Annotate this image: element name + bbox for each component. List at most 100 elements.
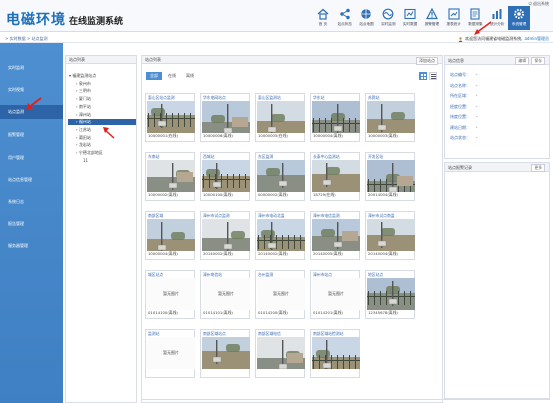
sidebar-item[interactable]: 报警管理 xyxy=(0,128,63,142)
station-tree-panel: 站点列表 ▾ 福建监测站点 › 泉州市 › 三明市 › 厦门站 › 南平站 › 漳州站 › … xyxy=(65,55,137,403)
station-code: 10000100(离线) xyxy=(203,192,233,197)
toolbar-button[interactable]: 站点地图 xyxy=(356,6,378,30)
station-card[interactable]: 南部区域站检测站 xyxy=(310,329,360,378)
tab-all[interactable]: 全部 xyxy=(146,72,162,80)
station-card[interactable]: 长泰中心监测站 18729(在线) xyxy=(310,152,360,201)
tree-node[interactable]: › 宁德北部地区 xyxy=(76,150,103,156)
station-code: 20140004(离线) xyxy=(368,251,398,256)
station-card[interactable]: 东南站 10000002(离线) xyxy=(145,152,195,201)
sidebar-item[interactable]: 服务器管理 xyxy=(0,239,63,253)
station-card[interactable]: 台州监测 暂无图片 01014200(离线) xyxy=(255,270,305,319)
station-photo xyxy=(147,101,195,133)
station-code: 01014100(离线) xyxy=(148,310,178,315)
no-image-placeholder: 暂无图片 xyxy=(147,278,195,310)
station-card[interactable]: 苏滁站 10000003(离线) xyxy=(365,93,415,142)
toolbar-label: 实时监测 xyxy=(381,22,396,26)
sidebar-item[interactable]: 实时监测 xyxy=(0,61,63,75)
toolbar-button[interactable]: 站点状态 xyxy=(334,6,356,30)
tree-node[interactable]: › 泉州市 xyxy=(76,81,91,87)
no-image-placeholder: 暂无图片 xyxy=(147,337,195,369)
station-card[interactable]: 漳州市试点监测 20140002(离线) xyxy=(200,211,250,260)
station-card[interactable]: 漳州市站点 暂无图片 01014201(离线) xyxy=(310,270,360,319)
site-info-label: 建站日期： xyxy=(450,124,470,130)
station-card[interactable]: 东区监测 00000002(离线) xyxy=(255,152,305,201)
station-photo xyxy=(202,101,250,133)
bar-icon xyxy=(491,8,503,20)
tab-offline[interactable]: 离线 xyxy=(182,72,198,80)
site-info-panel: 站点信息 编辑 保存 站点编号： - 站点名称： - 所在区域： - 经度位置： - 纬度位置：… xyxy=(444,55,550,159)
edit-button[interactable]: 编辑 xyxy=(515,57,529,65)
station-photo xyxy=(312,101,360,133)
site-info-value: - xyxy=(476,114,478,119)
station-code: 10000002(离线) xyxy=(148,192,178,197)
station-code: 10000004(离线) xyxy=(148,251,178,256)
station-card[interactable]: 漳州市电信监测 20140005(离线) xyxy=(310,211,360,260)
station-card[interactable]: 华东站 10000004(离线) xyxy=(310,93,360,142)
station-photo xyxy=(147,219,195,251)
breadcrumb: > 实时数据 > 站点监测 xyxy=(5,36,48,41)
chart-icon xyxy=(448,8,460,20)
site-info-label: 纬度位置： xyxy=(450,114,470,119)
station-card[interactable]: 漳州市试点南监 20140004(离线) xyxy=(365,211,415,260)
toolbar-button[interactable]: 首 页 xyxy=(312,6,334,30)
site-info-row: 建站日期： - xyxy=(450,125,477,131)
station-grid-panel: 站点列表 添加站点 全部 在线 离线 惠山区站点监测 10000001(在线) 华东电网… xyxy=(141,55,443,403)
station-code: 20014004(离线) xyxy=(368,192,398,197)
home-icon xyxy=(317,8,329,20)
tree-node[interactable]: › 厦门站 xyxy=(76,96,91,102)
toolbar-button[interactable]: 报警管理 xyxy=(421,6,443,30)
sidebar-item[interactable]: 系统日志 xyxy=(0,195,63,209)
station-code: 01014201(离线) xyxy=(313,310,343,315)
station-code: 01014200(离线) xyxy=(258,310,288,315)
tree-root[interactable]: ▾ 福建监测站点 xyxy=(69,73,96,79)
station-card[interactable]: 漳州电信站 暂无图片 01014101(离线) xyxy=(200,270,250,319)
tree-node[interactable]: › 江苏站 xyxy=(76,127,91,133)
station-code: 10000001(在线) xyxy=(148,133,178,138)
sidebar-item[interactable]: 报告管理 xyxy=(0,217,63,231)
globe-icon xyxy=(360,8,372,20)
station-card[interactable]: 西城站 10000100(离线) xyxy=(200,152,250,201)
wave-icon xyxy=(382,8,394,20)
list-view-button[interactable] xyxy=(429,72,437,80)
station-code: 10000006(离线) xyxy=(203,133,233,138)
station-card[interactable]: 开发区站 20014004(离线) xyxy=(365,152,415,201)
tree-node[interactable]: › 南平站 xyxy=(76,104,91,110)
grid-view-button[interactable] xyxy=(419,72,427,80)
sidebar-item[interactable]: 用户管理 xyxy=(0,151,63,165)
grid-header: 站点列表 添加站点 xyxy=(142,56,442,65)
tree-node[interactable]: › 莆田站 xyxy=(76,135,91,141)
station-card[interactable]: 监测站 暂无图片 xyxy=(145,329,195,378)
sidebar-item[interactable]: 站点信息管理 xyxy=(0,173,63,187)
station-card[interactable]: 南部区域 10000004(离线) xyxy=(145,211,195,260)
station-code: 10000004(离线) xyxy=(313,133,343,138)
site-info-label: 站点状态： xyxy=(450,135,470,140)
station-code: 10000005(在线) xyxy=(258,133,288,138)
site-info-value: - xyxy=(476,82,478,88)
toolbar-button[interactable]: 实时监测 xyxy=(377,6,399,30)
station-card[interactable]: 漳州市电动北监 20140002(离线) xyxy=(255,211,305,260)
tree-node[interactable]: › 龙岩站 xyxy=(76,142,91,148)
tree-node[interactable]: › 漳州站 xyxy=(76,112,91,118)
save-button[interactable]: 保存 xyxy=(531,57,545,65)
grid-icon xyxy=(420,73,426,79)
tab-online[interactable]: 在线 xyxy=(164,72,180,80)
toolbar-button[interactable]: 实时数据 xyxy=(399,6,421,30)
station-card[interactable]: 南部区域电信 xyxy=(255,329,305,378)
station-card[interactable]: 惠山区监测站 10000005(在线) xyxy=(255,93,305,142)
toolbar-button[interactable]: 报表统计 xyxy=(443,6,465,30)
add-station-button[interactable]: 添加站点 xyxy=(416,57,438,65)
station-photo xyxy=(367,278,415,310)
toolbar-button[interactable]: 系统管理 xyxy=(508,6,530,30)
station-card[interactable]: 地区站点 12345678(离线) xyxy=(365,270,415,319)
station-photo xyxy=(367,101,415,133)
tree-node[interactable]: › 三明市 xyxy=(76,88,91,94)
user-icon xyxy=(458,36,463,42)
username-link[interactable]: admin管理员 xyxy=(524,36,549,42)
station-card[interactable]: 城区站点 暂无图片 01014100(离线) xyxy=(145,270,195,319)
toolbar-label: 站点地图 xyxy=(359,22,374,26)
tree-node[interactable]: 11 xyxy=(83,158,88,163)
station-card[interactable]: 华东电网站点 10000006(离线) xyxy=(200,93,250,142)
station-card[interactable]: 惠山区站点监测 10000001(在线) xyxy=(145,93,195,142)
more-button[interactable]: 更多 xyxy=(531,164,545,172)
station-card[interactable]: 南部区域站点 xyxy=(200,329,250,378)
